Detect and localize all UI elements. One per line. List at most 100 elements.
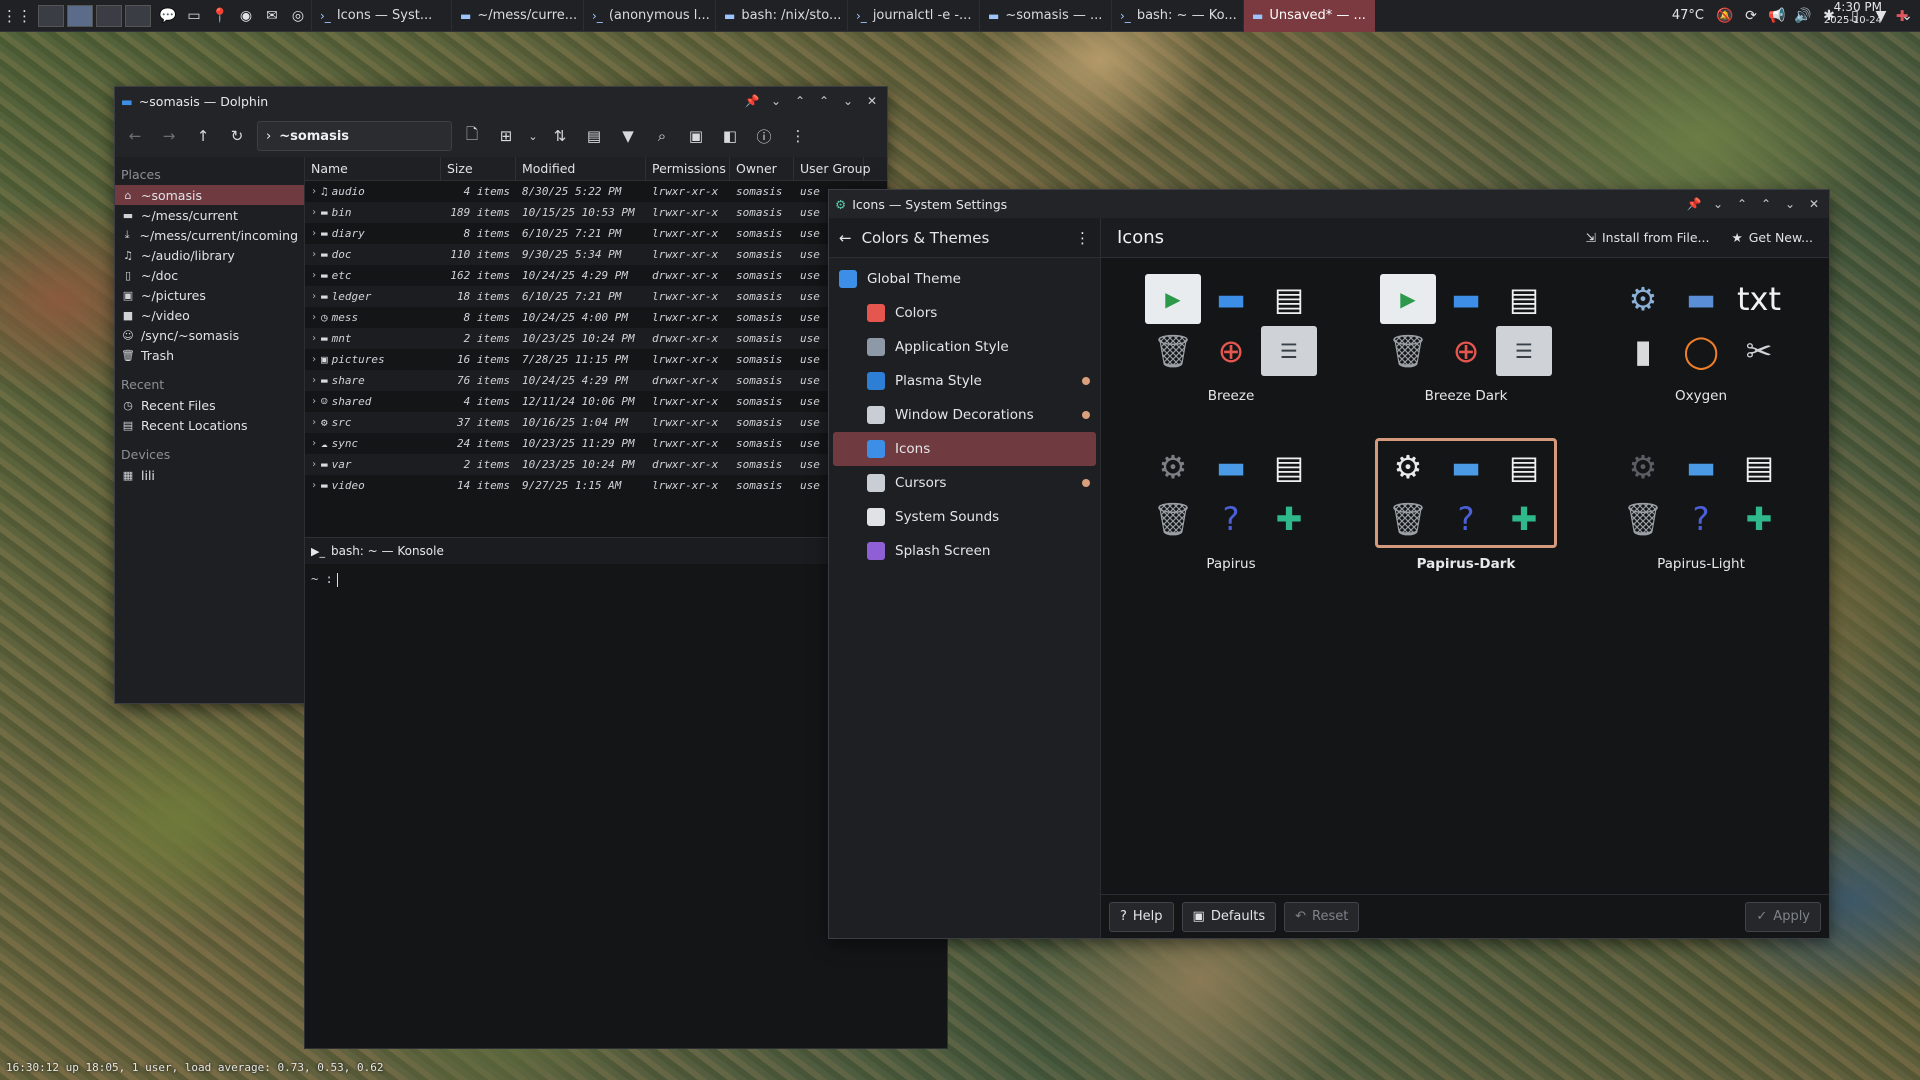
place-item[interactable]: ♫ ~/audio/library [115,245,304,265]
place-item[interactable]: 🗑 Trash [115,345,304,365]
desktop-3[interactable] [96,4,122,27]
terminal-launcher-icon[interactable]: ▭ [181,0,207,32]
dolphin-titlebar[interactable]: ▬ ~somasis — Dolphin 📌 ⌄ ⌃ ⌃ ⌄ ✕ [115,87,887,115]
place-item[interactable]: ▣ ~/pictures [115,285,304,305]
keep-above-icon[interactable]: ⌃ [791,94,809,108]
icon-theme-card[interactable]: ▶ ▬ ▤ 🗑 ⊕ ☰ Breeze Dark [1376,270,1556,415]
apply-button[interactable]: ✓ Apply [1745,901,1821,932]
place-item[interactable]: ▬ ~/mess/current [115,205,304,225]
keep-above-icon[interactable]: ⌃ [1733,197,1751,211]
table-row[interactable]: › ▬ doc 110 items 9/30/25 5:34 PM lrwxr-xr-x s… [305,244,887,265]
info-icon[interactable]: ⓘ [750,122,778,150]
sort-icon[interactable]: ⇅ [546,122,574,150]
task-button[interactable]: ›_ Icons — Syst... [311,0,451,32]
column-header[interactable]: User Group [794,157,871,181]
task-button[interactable]: ▬ bash: /nix/sto... [715,0,847,32]
place-item[interactable]: ▦ lili [115,465,304,485]
chevron-right-icon[interactable]: › [311,291,317,302]
sidebar-item[interactable]: Splash Screen [829,534,1100,568]
maps-icon[interactable]: 📍 [207,0,233,32]
sidebar-item[interactable]: Icons [833,432,1096,466]
table-row[interactable]: › ▣ pictures 16 items 7/28/25 11:15 PM lrwxr-… [305,349,887,370]
get-new-button[interactable]: ★ Get New... [1731,230,1813,245]
desktop-4[interactable] [125,4,151,27]
table-row[interactable]: › ⚙ src 37 items 10/16/25 1:04 PM lrwxr-xr-x s… [305,412,887,433]
menu-icon[interactable]: ⋮ [784,122,812,150]
reload-icon[interactable]: ↻ [223,122,251,150]
table-row[interactable]: › ▬ ledger 18 items 6/10/25 7:21 PM lrwxr-xr-… [305,286,887,307]
forward-icon[interactable]: → [155,122,183,150]
view-mode-dropdown-icon[interactable]: ⌄ [526,122,540,150]
desktop-1[interactable] [38,4,64,27]
view-mode-icon[interactable]: ⊞ [492,122,520,150]
sidebar-item[interactable]: Application Style [829,330,1100,364]
install-from-file-button[interactable]: ⇲ Install from File... [1585,230,1709,245]
column-header[interactable]: Owner [730,157,794,181]
settings-titlebar[interactable]: ⚙ Icons — System Settings 📌 ⌄ ⌃ ⌃ ⌄ ✕ [829,190,1829,218]
place-item[interactable]: ▯ ~/doc [115,265,304,285]
place-item[interactable]: ⤓ ~/mess/current/incoming [115,225,304,245]
chevron-right-icon[interactable]: › [311,459,317,470]
megaphone-icon[interactable]: 📢 [1764,0,1790,32]
chevron-right-icon[interactable]: › [311,270,317,281]
task-button[interactable]: ▬ Unsaved* — ... [1243,0,1375,32]
show-desktop-icon[interactable]: ✚ [1890,0,1914,32]
chevron-right-icon[interactable]: › [311,396,317,407]
table-row[interactable]: › ▬ bin 189 items 10/15/25 10:53 PM lrwxr-xr-… [305,202,887,223]
chevron-right-icon[interactable]: › [311,417,317,428]
defaults-button[interactable]: ▣ Defaults [1181,901,1277,932]
task-button[interactable]: ▬ ~somasis — ... [979,0,1111,32]
up-icon[interactable]: ↑ [189,122,217,150]
chevron-right-icon[interactable]: › [311,228,317,239]
place-item[interactable]: ⌂ ~somasis [115,185,304,205]
icon-theme-card[interactable]: ▶ ▬ ▤ 🗑 ⊕ ☰ Breeze [1141,270,1321,415]
breadcrumb-current[interactable]: ~somasis [279,129,349,144]
task-button[interactable]: ›_ journalctl -e -... [847,0,979,32]
close-icon[interactable]: ✕ [1805,197,1823,211]
app-launcher-icon[interactable]: ⋮⋮ [0,0,34,32]
table-row[interactable]: › ▬ video 14 items 9/27/25 1:15 AM lrwxr-xr-x… [305,475,887,496]
chevron-right-icon[interactable]: › [311,249,317,260]
search-icon[interactable]: ⌕ [648,122,676,150]
table-row[interactable]: › ▬ share 76 items 10/24/25 4:29 PM drwxr-xr-… [305,370,887,391]
task-button[interactable]: ›_ bash: ~ — Ko... [1111,0,1243,32]
column-header[interactable]: Permissions [646,157,730,181]
pin-icon[interactable]: 📌 [1685,197,1703,211]
browser-icon[interactable]: ◎ [285,0,311,32]
filter-icon[interactable]: ▼ [614,122,642,150]
table-row[interactable]: › ▬ var 2 items 10/23/25 10:24 PM drwxr-xr-x s… [305,454,887,475]
back-icon[interactable]: ← [121,122,149,150]
sidebar-item[interactable]: Cursors [829,466,1100,500]
chevron-right-icon[interactable]: › [311,207,317,218]
task-button[interactable]: ▬ ~/mess/curre... [451,0,583,32]
chevron-right-icon[interactable]: › [311,438,317,449]
maximize-icon[interactable]: ⌃ [1757,197,1775,211]
icon-theme-card[interactable]: ⚙ ▬ ▤ 🗑? ✚ Papirus-Dark [1375,438,1557,583]
shade-icon[interactable]: ⌄ [767,94,785,108]
terminal-icon[interactable]: ▣ [682,122,710,150]
sidebar-item[interactable]: Global Theme [829,262,1100,296]
sidebar-item[interactable]: Colors [829,296,1100,330]
task-button[interactable]: ›_ (anonymous l... [583,0,715,32]
reset-button[interactable]: ↶ Reset [1284,901,1360,932]
shade-icon[interactable]: ⌄ [1709,197,1727,211]
sidebar-item[interactable]: Plasma Style [829,364,1100,398]
minimize-icon[interactable]: ⌄ [839,94,857,108]
close-icon[interactable]: ✕ [863,94,881,108]
messenger-icon[interactable]: ✉ [259,0,285,32]
breadcrumb[interactable]: › ~somasis [257,121,452,151]
kebab-menu-icon[interactable]: ⋮ [1075,229,1090,247]
place-item[interactable]: ▤ Recent Locations [115,415,304,435]
chevron-right-icon[interactable]: › [311,480,317,491]
icon-theme-card[interactable]: ⚙ ▬ ▤ 🗑? ✚ Papirus [1141,438,1321,583]
new-file-icon[interactable]: 🗋 [458,122,486,150]
desktop-2[interactable] [67,4,93,27]
table-row[interactable]: › ◷ mess 8 items 10/24/25 4:00 PM lrwxr-xr-x s… [305,307,887,328]
place-item[interactable]: ◷ Recent Files [115,395,304,415]
virtual-desktop-pager[interactable] [38,4,151,27]
icon-theme-card[interactable]: ⚙ ▬ ▤ 🗑? ✚ Papirus-Light [1611,438,1791,583]
discord-icon[interactable]: ◉ [233,0,259,32]
sidebar-item[interactable]: System Sounds [829,500,1100,534]
chevron-right-icon[interactable]: › [311,312,317,323]
sidebar-item[interactable]: Window Decorations [829,398,1100,432]
